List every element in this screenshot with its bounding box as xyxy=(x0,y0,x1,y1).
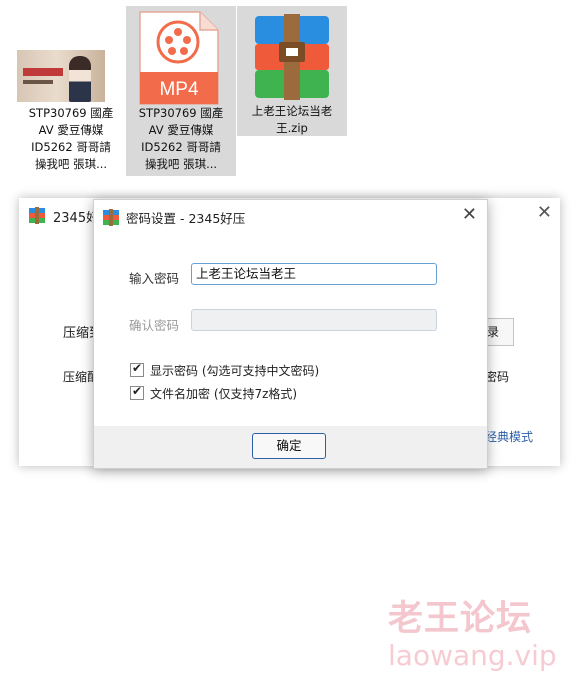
checkmark-icon: ✔ xyxy=(132,384,143,398)
svg-text:MP4: MP4 xyxy=(159,79,199,100)
enter-password-label: 输入密码 xyxy=(129,271,180,286)
file-label: STP30769 國產 AV 愛豆傳媒 ID5262 哥哥請 操我吧 張琪... xyxy=(28,106,114,171)
show-password-label: 显示密码 (勾选可支持中文密码) xyxy=(150,364,320,378)
desktop-file-image[interactable]: STP30769 國產 AV 愛豆傳媒 ID5262 哥哥請 操我吧 張琪... xyxy=(16,6,126,176)
close-icon[interactable]: ✕ xyxy=(537,202,552,223)
watermark-title: 老王论坛 xyxy=(388,599,533,639)
haozip-app-icon xyxy=(103,209,119,226)
close-icon[interactable]: ✕ xyxy=(462,204,477,225)
confirm-password-label: 确认密码 xyxy=(129,318,180,333)
dialog-title: 密码设置 - 2345好压 xyxy=(126,211,246,226)
video-thumbnail xyxy=(17,50,105,102)
zip-archive-icon xyxy=(255,14,329,100)
dialog-footer: 确定 xyxy=(94,426,487,468)
mp4-file-icon: MP4 xyxy=(139,11,219,105)
confirm-password-input[interactable] xyxy=(191,309,437,331)
password-settings-dialog: 密码设置 - 2345好压 ✕ 输入密码 上老王论坛当老王 确认密码 ✔ 显示密… xyxy=(93,199,488,469)
ok-button[interactable]: 确定 xyxy=(252,433,326,459)
watermark-url: laowang.vip xyxy=(388,639,557,672)
checkmark-icon: ✔ xyxy=(132,361,143,375)
file-label: STP30769 國產 AV 愛豆傳媒 ID5262 哥哥請 操我吧 張琪... xyxy=(138,106,224,171)
desktop-file-mp4[interactable]: MP4 STP30769 國產 AV 愛豆傳媒 ID5262 哥哥請 操我吧 張… xyxy=(126,6,236,176)
file-label: 上老王论坛当老 王.zip xyxy=(251,104,333,135)
password-input[interactable]: 上老王论坛当老王 xyxy=(191,263,437,285)
encrypt-filenames-label: 文件名加密 (仅支持7z格式) xyxy=(150,387,298,401)
show-password-checkbox[interactable]: ✔ xyxy=(130,361,144,377)
password-link[interactable]: 密码 xyxy=(485,368,509,385)
haozip-app-icon xyxy=(29,207,45,224)
desktop-file-zip[interactable]: 上老王论坛当老 王.zip xyxy=(237,6,347,136)
classic-mode-link[interactable]: 经典模式 xyxy=(485,428,533,445)
encrypt-filenames-checkbox[interactable]: ✔ xyxy=(130,384,144,400)
